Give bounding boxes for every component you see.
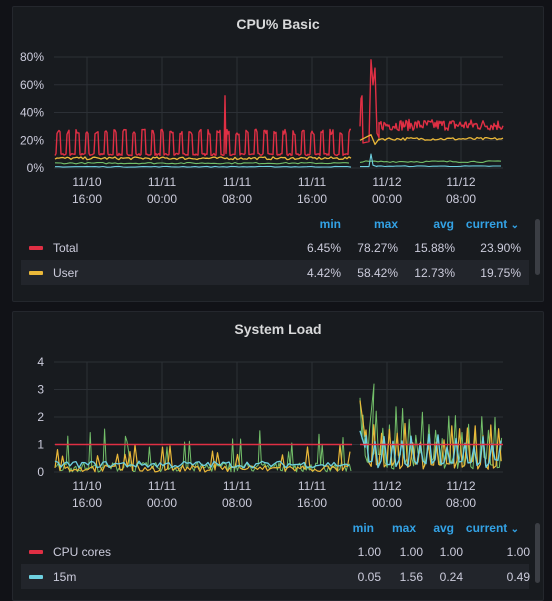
x-tick-label: 16:00 [297, 192, 327, 206]
x-tick-label: 11/11 [148, 479, 177, 493]
y-tick-label: 0% [27, 161, 45, 175]
series-line-cyan [55, 165, 352, 168]
x-tick-label: 11/11 [148, 175, 177, 189]
legend-current: 23.90% [480, 241, 521, 255]
x-tick-label: 00:00 [372, 192, 402, 206]
x-tick-label: 11/12 [446, 175, 475, 189]
x-tick-label: 11/11 [298, 175, 327, 189]
y-tick-label: 1 [37, 438, 44, 452]
legend-row-cpu-cores[interactable]: CPU cores 1.00 1.00 1.00 1.00 [21, 539, 530, 564]
legend-avg: 0.24 [439, 570, 463, 584]
x-tick-label: 08:00 [446, 192, 476, 206]
x-tick-label: 11/10 [72, 479, 101, 493]
x-tick-label: 00:00 [147, 496, 177, 510]
cpu-basic-panel: CPU% Basic 0% 20% 40% 60% 80% 11/10 16:00 11/11… [12, 6, 544, 302]
legend-header-max[interactable]: max [358, 217, 398, 231]
legend-swatch [29, 246, 43, 250]
legend-header-avg[interactable]: avg [418, 521, 454, 535]
series-line-green [54, 161, 350, 165]
legend-scrollbar[interactable] [535, 219, 540, 275]
system-load-chart[interactable]: 0 1 2 3 4 11/10 16:00 11/11 00:00 11/11 08:00 11/11… [13, 312, 544, 512]
legend-row-total[interactable]: Total 6.45% 78.27% 15.88% 23.90% [21, 235, 529, 260]
cpu-chart[interactable]: 0% 20% 40% 60% 80% 11/10 16:00 11/11 00:00 11/11 0… [13, 7, 544, 207]
system-load-panel: System Load 0 1 2 3 4 11/10 16:00 11/11 00:00 11/… [12, 311, 544, 601]
legend-current: 19.75% [480, 266, 521, 280]
chevron-down-icon: ⌄ [510, 524, 519, 535]
legend-header-current-label: current [465, 521, 508, 535]
series-line-cyan [360, 153, 501, 168]
y-tick-label: 3 [37, 383, 44, 397]
y-tick-label: 20% [20, 133, 44, 147]
x-tick-label: 11/11 [223, 175, 252, 189]
series-line-green [359, 160, 502, 163]
x-tick-label: 11/10 [72, 175, 101, 189]
series-line-user [359, 134, 504, 146]
x-tick-label: 11/11 [223, 479, 252, 493]
x-tick-label: 08:00 [446, 496, 476, 510]
legend-swatch [29, 271, 43, 275]
legend-header: min max avg current ⌄ [13, 521, 543, 539]
legend-current: 0.49 [506, 570, 530, 584]
series-line-total [54, 95, 352, 157]
x-tick-label: 11/12 [372, 175, 401, 189]
legend-max: 58.42% [357, 266, 398, 280]
y-tick-label: 2 [37, 410, 44, 424]
legend-min: 4.42% [306, 266, 341, 280]
x-tick-label: 16:00 [297, 496, 327, 510]
legend-header-min[interactable]: min [336, 521, 374, 535]
legend-header-avg[interactable]: avg [418, 217, 454, 231]
legend-swatch [29, 550, 43, 554]
legend-header-current-label: current [465, 217, 508, 231]
legend-header-max[interactable]: max [376, 521, 416, 535]
y-tick-label: 4 [37, 355, 44, 369]
x-tick-label: 11/12 [372, 479, 401, 493]
x-tick-label: 08:00 [222, 192, 252, 206]
x-tick-label: 16:00 [72, 192, 102, 206]
x-tick-label: 11/11 [298, 479, 327, 493]
legend-header-min[interactable]: min [303, 217, 341, 231]
legend-series-name: 15m [53, 570, 77, 584]
legend-series-name: User [53, 266, 79, 280]
legend-min: 6.45% [306, 241, 341, 255]
legend-swatch [29, 575, 43, 579]
y-tick-label: 80% [20, 50, 44, 64]
legend-avg: 15.88% [414, 241, 455, 255]
x-tick-label: 11/12 [446, 479, 475, 493]
legend-max: 78.27% [357, 241, 398, 255]
legend-row-user[interactable]: User 4.42% 58.42% 12.73% 19.75% [21, 260, 529, 285]
legend-series-name: CPU cores [53, 545, 112, 559]
series-line-user [54, 156, 352, 161]
legend-row-15m[interactable]: 15m 0.05 1.56 0.24 0.49 [21, 564, 530, 589]
legend-avg: 12.73% [414, 266, 455, 280]
chevron-down-icon: ⌄ [510, 220, 519, 231]
legend-header: min max avg current ⌄ [13, 217, 543, 235]
series-line-total [359, 59, 504, 144]
x-tick-label: 00:00 [147, 192, 177, 206]
legend-scrollbar[interactable] [535, 523, 540, 583]
y-tick-label: 40% [20, 106, 44, 120]
x-tick-label: 16:00 [72, 496, 102, 510]
x-tick-label: 08:00 [222, 496, 252, 510]
x-tick-label: 00:00 [372, 496, 402, 510]
grid [54, 56, 503, 169]
legend-header-current[interactable]: current ⌄ [461, 521, 519, 535]
legend-current: 1.00 [506, 545, 530, 559]
y-tick-label: 0 [37, 465, 44, 479]
legend-series-name: Total [53, 241, 79, 255]
legend-header-current[interactable]: current ⌄ [461, 217, 519, 231]
legend-avg: 1.00 [439, 545, 463, 559]
y-tick-label: 60% [20, 78, 44, 92]
